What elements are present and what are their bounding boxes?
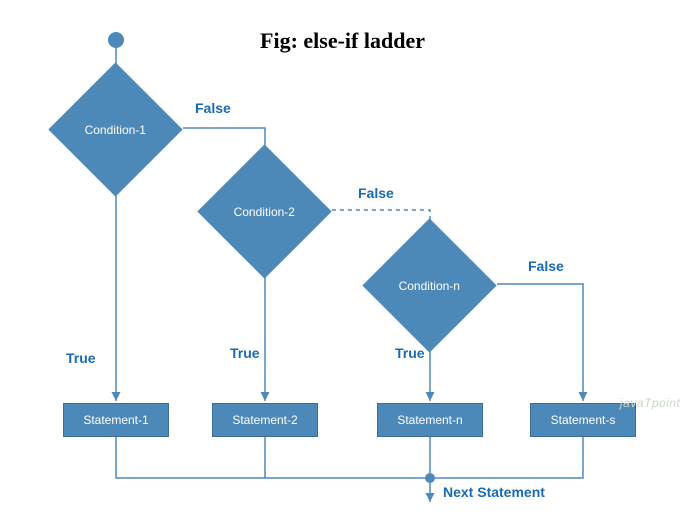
condition-n-label: Condition-n [399, 279, 460, 293]
start-node [108, 32, 124, 48]
statement-2-node: Statement-2 [212, 403, 318, 437]
false-label-1: False [195, 100, 231, 116]
next-statement-label: Next Statement [443, 484, 545, 500]
statement-2-label: Statement-2 [232, 413, 297, 427]
statement-1-label: Statement-1 [83, 413, 148, 427]
watermark-text: javaTpoint [620, 396, 680, 410]
false-label-2: False [358, 185, 394, 201]
condition-2-node: Condition-2 [197, 144, 331, 278]
true-label-n: True [395, 345, 425, 361]
statement-s-label: Statement-s [551, 413, 616, 427]
statement-n-label: Statement-n [397, 413, 462, 427]
figure-title: Fig: else-if ladder [260, 28, 425, 54]
condition-1-label: Condition-1 [85, 123, 146, 137]
true-label-2: True [230, 345, 260, 361]
condition-1-node: Condition-1 [48, 62, 182, 196]
false-label-n: False [528, 258, 564, 274]
statement-1-node: Statement-1 [63, 403, 169, 437]
condition-n-node: Condition-n [362, 218, 496, 352]
statement-n-node: Statement-n [377, 403, 483, 437]
true-label-1: True [66, 350, 96, 366]
condition-2-label: Condition-2 [234, 205, 295, 219]
